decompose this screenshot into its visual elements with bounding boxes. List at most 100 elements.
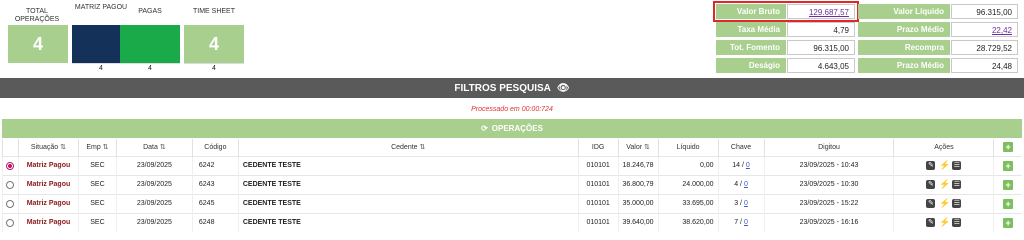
liquido-cell: 0,00	[657, 155, 719, 175]
valor-cell: 18.246,78	[617, 155, 659, 175]
digitou-cell: 23/09/2025 - 10:43	[763, 155, 894, 175]
chave-cell: 4 / 0	[717, 174, 765, 194]
operations-title: OPERAÇÕES	[491, 124, 543, 133]
card-count: 4	[120, 63, 180, 72]
add-row-icon[interactable]: +	[1003, 160, 1014, 171]
desagio-label: Deságio	[716, 58, 786, 73]
col-cedente[interactable]: Cedente ⇅	[237, 139, 579, 156]
bolt-icon[interactable]: ⚡	[939, 180, 950, 189]
data-cell: 23/09/2025	[115, 155, 193, 175]
col-idg[interactable]: IDG	[577, 139, 619, 156]
liquido-cell: 38.620,00	[657, 212, 719, 232]
emp-cell: SEC	[77, 193, 117, 213]
edit-icon[interactable]: ✎	[926, 218, 936, 228]
operations-header[interactable]: ⟳ OPERAÇÕES	[2, 119, 1022, 138]
edit-icon[interactable]: ✎	[926, 199, 936, 208]
cedente-cell: CEDENTE TESTE	[237, 193, 579, 213]
emp-cell: SEC	[77, 212, 117, 232]
col-add[interactable]: +	[993, 139, 1022, 156]
chave-link[interactable]: 0	[744, 219, 748, 226]
edit-icon[interactable]: ✎	[926, 180, 936, 189]
digitou-cell: 23/09/2025 - 16:16	[763, 212, 894, 232]
card-value: 4	[8, 25, 68, 63]
card-value: 4	[184, 25, 244, 63]
bolt-icon[interactable]: ⚡	[939, 199, 950, 208]
col-situacao[interactable]: Situação ⇅	[17, 139, 79, 156]
row-select-radio[interactable]	[6, 180, 15, 189]
filter-toggle-bar[interactable]: FILTROS PESQUISA 👁	[0, 78, 1024, 98]
add-all-icon[interactable]: +	[1003, 142, 1014, 153]
prazo-medio-value[interactable]: 22,42	[951, 22, 1018, 37]
sort-icon: ⇅	[102, 144, 109, 152]
col-valor[interactable]: Valor ⇅	[617, 139, 659, 156]
liquido-cell: 33.695,00	[657, 193, 719, 213]
cedente-cell: CEDENTE TESTE	[237, 174, 579, 194]
col-chave[interactable]: Chave	[717, 139, 765, 156]
digitou-cell: 23/09/2025 - 10:30	[763, 174, 894, 194]
liquido-cell: 24.000,00	[657, 174, 719, 194]
bolt-icon[interactable]: ⚡	[939, 161, 950, 170]
list-icon[interactable]: ☰	[952, 218, 962, 228]
chave-link[interactable]: 0	[744, 181, 748, 188]
data-cell: 23/09/2025	[115, 174, 193, 194]
codigo-cell: 6243	[191, 174, 239, 194]
data-cell: 23/09/2025	[115, 193, 193, 213]
acoes-cell: ✎ ⚡ ☰	[893, 193, 994, 213]
prazo-medio-label: Prazo Médio	[858, 22, 950, 37]
sort-icon: ⇅	[159, 144, 166, 152]
table-row[interactable]: Matriz Pagou SEC 23/09/2025 6245 CEDENTE…	[2, 193, 1022, 213]
prazo-ponderado-label: Prazo Médio Ponderado	[858, 58, 950, 85]
chave-link[interactable]: 0	[744, 200, 748, 207]
card-label: PAGAS	[138, 8, 162, 15]
row-select-radio[interactable]	[6, 161, 15, 170]
list-icon[interactable]: ☰	[952, 180, 962, 189]
chave-cell: 3 / 0	[717, 193, 765, 213]
acoes-cell: ✎ ⚡ ☰	[893, 212, 994, 232]
card-label: TIME SHEET	[192, 8, 235, 15]
recompra-label: Recompra	[858, 40, 950, 55]
valor-cell: 35.000,00	[617, 193, 659, 213]
col-liquido[interactable]: Líquido	[657, 139, 719, 156]
row-select-radio[interactable]	[6, 218, 15, 227]
list-icon[interactable]: ☰	[952, 199, 962, 208]
add-row-icon[interactable]: +	[1003, 217, 1014, 228]
edit-icon[interactable]: ✎	[926, 161, 936, 170]
list-icon[interactable]: ☰	[952, 161, 962, 170]
situacao-cell: Matriz Pagou	[17, 193, 79, 213]
taxa-media-value: 4,79	[787, 22, 855, 37]
idg-cell: 010101	[577, 193, 619, 213]
codigo-cell: 6245	[191, 193, 239, 213]
desagio-value: 4.643,05	[787, 58, 855, 73]
row-select-radio[interactable]	[6, 199, 15, 208]
eye-icon: 👁	[556, 82, 570, 94]
chave-link[interactable]: 0	[746, 162, 750, 169]
col-digitou[interactable]: Digitou	[763, 139, 894, 156]
idg-cell: 010101	[577, 174, 619, 194]
table-row[interactable]: Matriz Pagou SEC 23/09/2025 6242 CEDENTE…	[2, 155, 1022, 175]
refresh-icon[interactable]: ⟳	[481, 124, 488, 133]
idg-cell: 010101	[577, 212, 619, 232]
col-data[interactable]: Data ⇅	[115, 139, 193, 156]
situacao-cell: Matriz Pagou	[17, 174, 79, 194]
taxa-media-label: Taxa Média	[716, 22, 786, 37]
col-codigo[interactable]: Código	[191, 139, 239, 156]
processed-time: Processado em 00:00:724	[471, 106, 553, 113]
recompra-value: 28.729,52	[951, 40, 1018, 55]
add-row-icon[interactable]: +	[1003, 198, 1014, 209]
valor-liquido-value: 96.315,00	[951, 4, 1018, 19]
emp-cell: SEC	[77, 174, 117, 194]
cedente-cell: CEDENTE TESTE	[237, 212, 579, 232]
add-row-icon[interactable]: +	[1003, 179, 1014, 190]
prazo-medio-link[interactable]: 22,42	[992, 26, 1012, 35]
table-row[interactable]: Matriz Pagou SEC 23/09/2025 6248 CEDENTE…	[2, 212, 1022, 232]
valor-cell: 36.800,79	[617, 174, 659, 194]
sort-icon: ⇅	[419, 144, 426, 152]
table-row[interactable]: Matriz Pagou SEC 23/09/2025 6243 CEDENTE…	[2, 174, 1022, 194]
emp-cell: SEC	[77, 155, 117, 175]
tot-fomento-value: 96.315,00	[787, 40, 855, 55]
digitou-cell: 23/09/2025 - 15:22	[763, 193, 894, 213]
cedente-cell: CEDENTE TESTE	[237, 155, 579, 175]
col-emp[interactable]: Emp ⇅	[77, 139, 117, 156]
bolt-icon[interactable]: ⚡	[939, 218, 950, 227]
prazo-ponderado-value: 24,48	[951, 58, 1018, 73]
